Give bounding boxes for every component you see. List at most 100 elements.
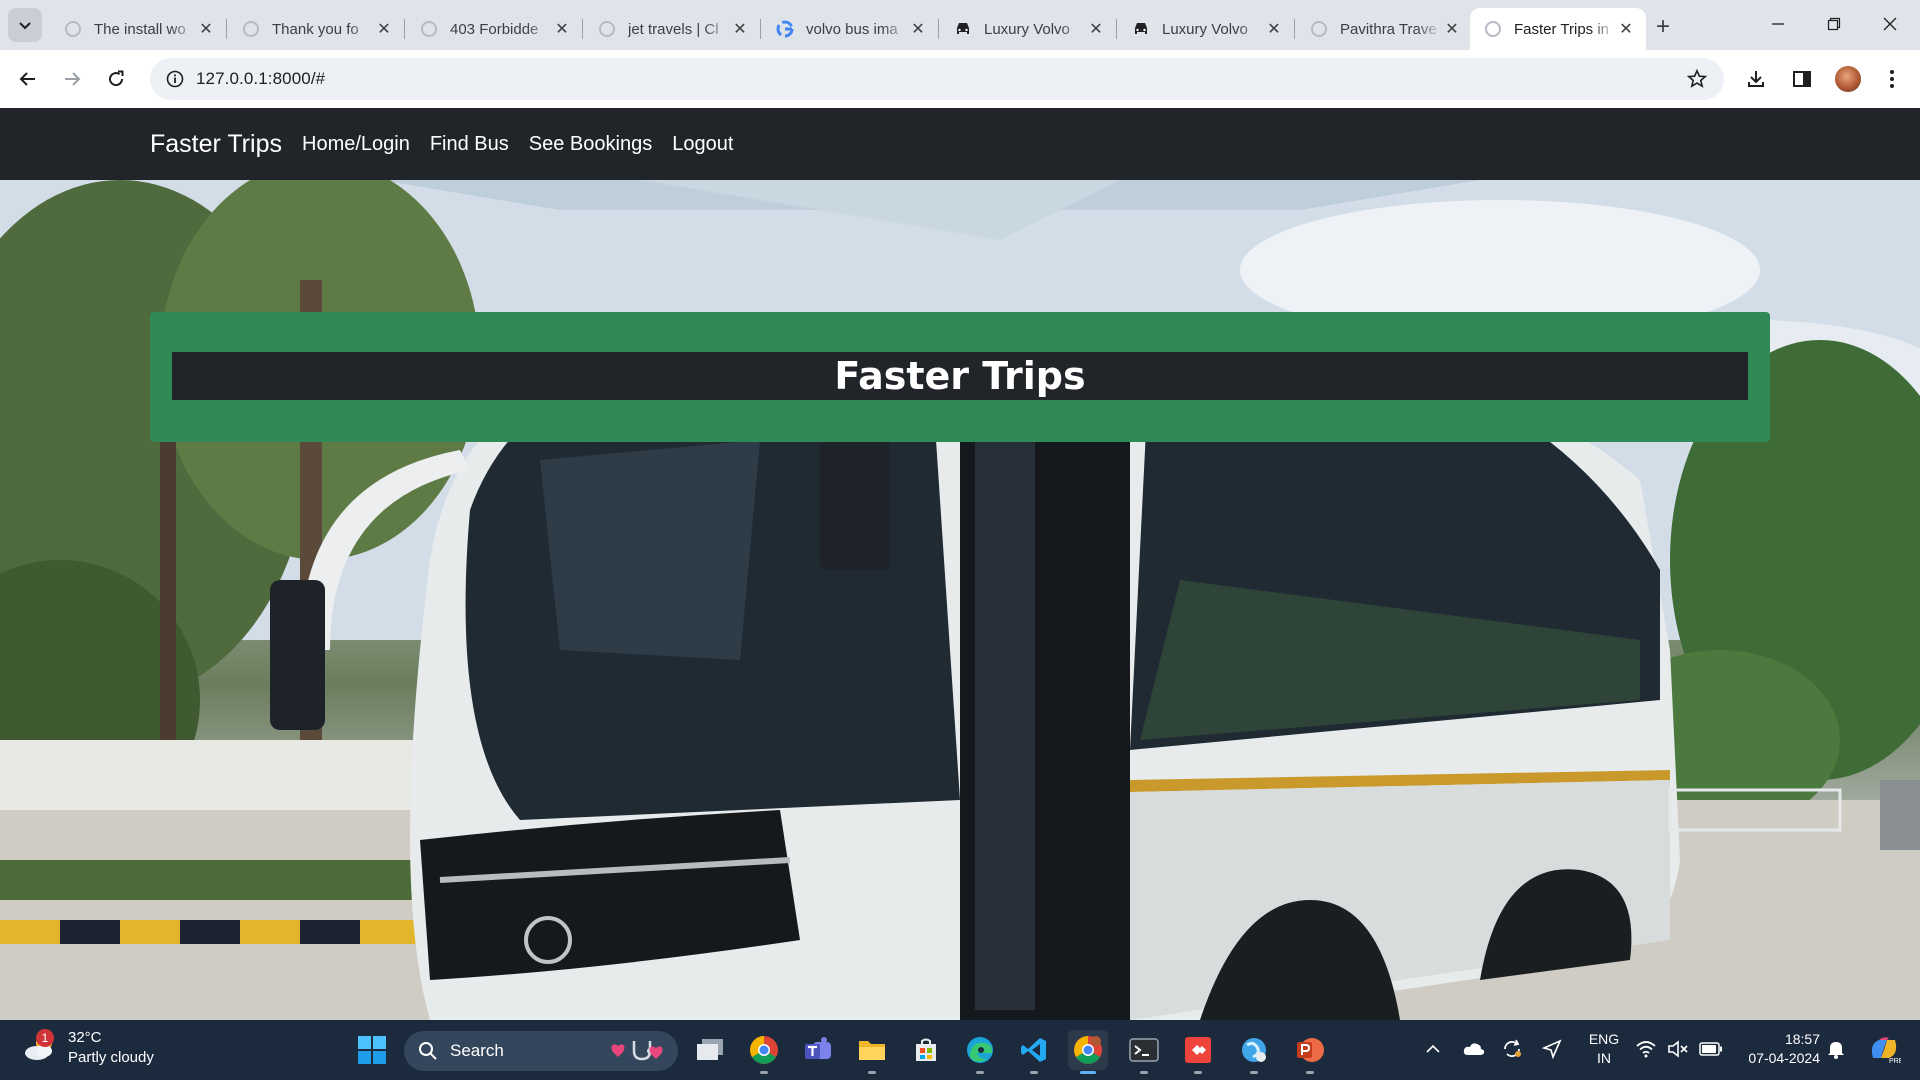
- close-icon: [1883, 17, 1897, 31]
- side-panel-button[interactable]: [1786, 63, 1818, 95]
- web-page: Faster Trips Home/Login Find Bus See Boo…: [0, 108, 1920, 1020]
- vscode-icon: [1021, 1038, 1046, 1062]
- arrow-left-icon: [19, 72, 35, 86]
- tab-403-forbidden[interactable]: 403 Forbidde ✕: [406, 8, 583, 50]
- restore-button[interactable]: [1814, 8, 1854, 40]
- tab-luxury-volvo-1[interactable]: Luxury Volvo ✕: [940, 8, 1117, 50]
- quick-settings[interactable]: [1634, 1034, 1724, 1064]
- taskbar-chrome-2[interactable]: [1068, 1030, 1108, 1074]
- anydesk-icon: [1185, 1037, 1211, 1063]
- bus-photo: [0, 180, 1920, 1020]
- restore-icon: [1827, 17, 1841, 31]
- taskbar-file-explorer[interactable]: [852, 1030, 892, 1074]
- brand-link[interactable]: Faster Trips: [150, 130, 282, 159]
- chrome-icon: [1074, 1036, 1102, 1064]
- tab-faster-trips[interactable]: Faster Trips in ✕: [1470, 8, 1646, 50]
- reload-button[interactable]: [100, 63, 132, 95]
- sync-tray[interactable]: [1498, 1034, 1526, 1064]
- close-icon[interactable]: ✕: [196, 19, 216, 39]
- close-icon[interactable]: ✕: [1264, 19, 1284, 39]
- globe-icon: [64, 20, 82, 38]
- language-indicator[interactable]: ENG IN: [1584, 1030, 1624, 1068]
- tab-strip: The install wo ✕ Thank you fo ✕ 403 Forb…: [0, 0, 1920, 50]
- task-view-icon: [697, 1039, 723, 1060]
- taskbar-network-app[interactable]: [1234, 1030, 1274, 1074]
- nav-see-bookings[interactable]: See Bookings: [529, 133, 652, 156]
- bookmark-star-icon[interactable]: [1682, 64, 1712, 94]
- tab-title: Faster Trips in: [1514, 20, 1610, 38]
- nav-links: Home/Login Find Bus See Bookings Logout: [302, 133, 733, 156]
- edge-icon: [967, 1037, 993, 1063]
- taskbar-edge[interactable]: [960, 1030, 1000, 1074]
- globe-icon: [598, 20, 616, 38]
- windows-taskbar: 1 32°C Partly cloudy Search ENG IN 18:57…: [0, 1020, 1920, 1080]
- location-tray[interactable]: [1538, 1034, 1566, 1064]
- taskbar-powerpoint[interactable]: [1290, 1030, 1330, 1074]
- taskbar-search[interactable]: Search: [404, 1031, 678, 1071]
- site-navbar: Faster Trips Home/Login Find Bus See Boo…: [0, 108, 1920, 180]
- nav-logout[interactable]: Logout: [672, 133, 733, 156]
- tab-jet-travels[interactable]: jet travels | Cl ✕: [584, 8, 761, 50]
- close-icon[interactable]: ✕: [908, 19, 928, 39]
- tab-install[interactable]: The install wo ✕: [50, 8, 227, 50]
- new-tab-button[interactable]: +: [1648, 12, 1678, 42]
- close-window-button[interactable]: [1870, 8, 1910, 40]
- menu-button[interactable]: [1876, 63, 1908, 95]
- download-icon: [1748, 71, 1764, 87]
- tab-volvo-bus-images[interactable]: volvo bus ima ✕: [762, 8, 939, 50]
- clock[interactable]: 18:57 07-04-2024: [1730, 1030, 1820, 1068]
- onedrive-tray[interactable]: [1460, 1034, 1488, 1064]
- weather-widget[interactable]: 1 32°C Partly cloudy: [22, 1028, 154, 1068]
- nav-home-login[interactable]: Home/Login: [302, 133, 410, 156]
- close-icon[interactable]: ✕: [1616, 19, 1636, 39]
- globe-icon: [420, 20, 438, 38]
- show-hidden-icons[interactable]: [1422, 1034, 1444, 1064]
- tab-thank-you[interactable]: Thank you fo ✕: [228, 8, 405, 50]
- close-icon[interactable]: ✕: [1086, 19, 1106, 39]
- notifications-button[interactable]: [1824, 1034, 1848, 1064]
- info-icon[interactable]: [160, 64, 190, 94]
- task-view-button[interactable]: [690, 1030, 730, 1070]
- close-icon[interactable]: ✕: [1442, 19, 1462, 39]
- clock-date: 07-04-2024: [1748, 1050, 1820, 1066]
- copilot-button[interactable]: PRE: [1864, 1032, 1904, 1066]
- downloads-button[interactable]: [1740, 63, 1772, 95]
- taskbar-teams[interactable]: [798, 1030, 838, 1070]
- taskbar-store[interactable]: [906, 1030, 946, 1070]
- minimize-button[interactable]: [1758, 8, 1798, 40]
- weather-text: 32°C Partly cloudy: [68, 1028, 154, 1068]
- close-icon[interactable]: ✕: [374, 19, 394, 39]
- back-button[interactable]: [12, 63, 44, 95]
- start-button[interactable]: [352, 1030, 392, 1070]
- taskbar-vscode[interactable]: [1014, 1030, 1054, 1074]
- tab-title: Luxury Volvo: [1162, 20, 1248, 38]
- tab-luxury-volvo-2[interactable]: Luxury Volvo ✕: [1118, 8, 1295, 50]
- close-icon[interactable]: ✕: [730, 19, 750, 39]
- hero-background: Faster Trips: [0, 180, 1920, 1020]
- profile-button[interactable]: [1832, 63, 1864, 95]
- taskbar-chrome-1[interactable]: [744, 1030, 784, 1074]
- svg-text:PRE: PRE: [1889, 1058, 1901, 1064]
- search-icon: [419, 1042, 437, 1060]
- tab-title: jet travels | Cl: [628, 20, 719, 38]
- taskbar-anydesk[interactable]: [1178, 1030, 1218, 1074]
- tab-search-button[interactable]: [8, 8, 42, 42]
- reload-icon: [109, 70, 124, 87]
- close-icon[interactable]: ✕: [552, 19, 572, 39]
- url-text[interactable]: 127.0.0.1:8000/#: [196, 69, 325, 89]
- address-bar[interactable]: 127.0.0.1:8000/#: [150, 58, 1724, 100]
- nav-find-bus[interactable]: Find Bus: [430, 133, 509, 156]
- partly-cloudy-icon: 1: [22, 1029, 60, 1067]
- folder-icon: [859, 1041, 885, 1060]
- globe-icon: [1310, 20, 1328, 38]
- tab-title: Thank you fo: [272, 20, 359, 38]
- taskbar-terminal[interactable]: [1124, 1030, 1164, 1074]
- globe-icon: [242, 20, 260, 38]
- tab-title: 403 Forbidde: [450, 20, 539, 38]
- forward-button[interactable]: [56, 63, 88, 95]
- tab-pavithra-travels[interactable]: Pavithra Trave ✕: [1296, 8, 1472, 50]
- sync-icon: [1504, 1039, 1521, 1057]
- side-panel-icon: [1793, 71, 1811, 87]
- powerpoint-icon: [1297, 1038, 1324, 1062]
- tab-title: Luxury Volvo: [984, 20, 1070, 38]
